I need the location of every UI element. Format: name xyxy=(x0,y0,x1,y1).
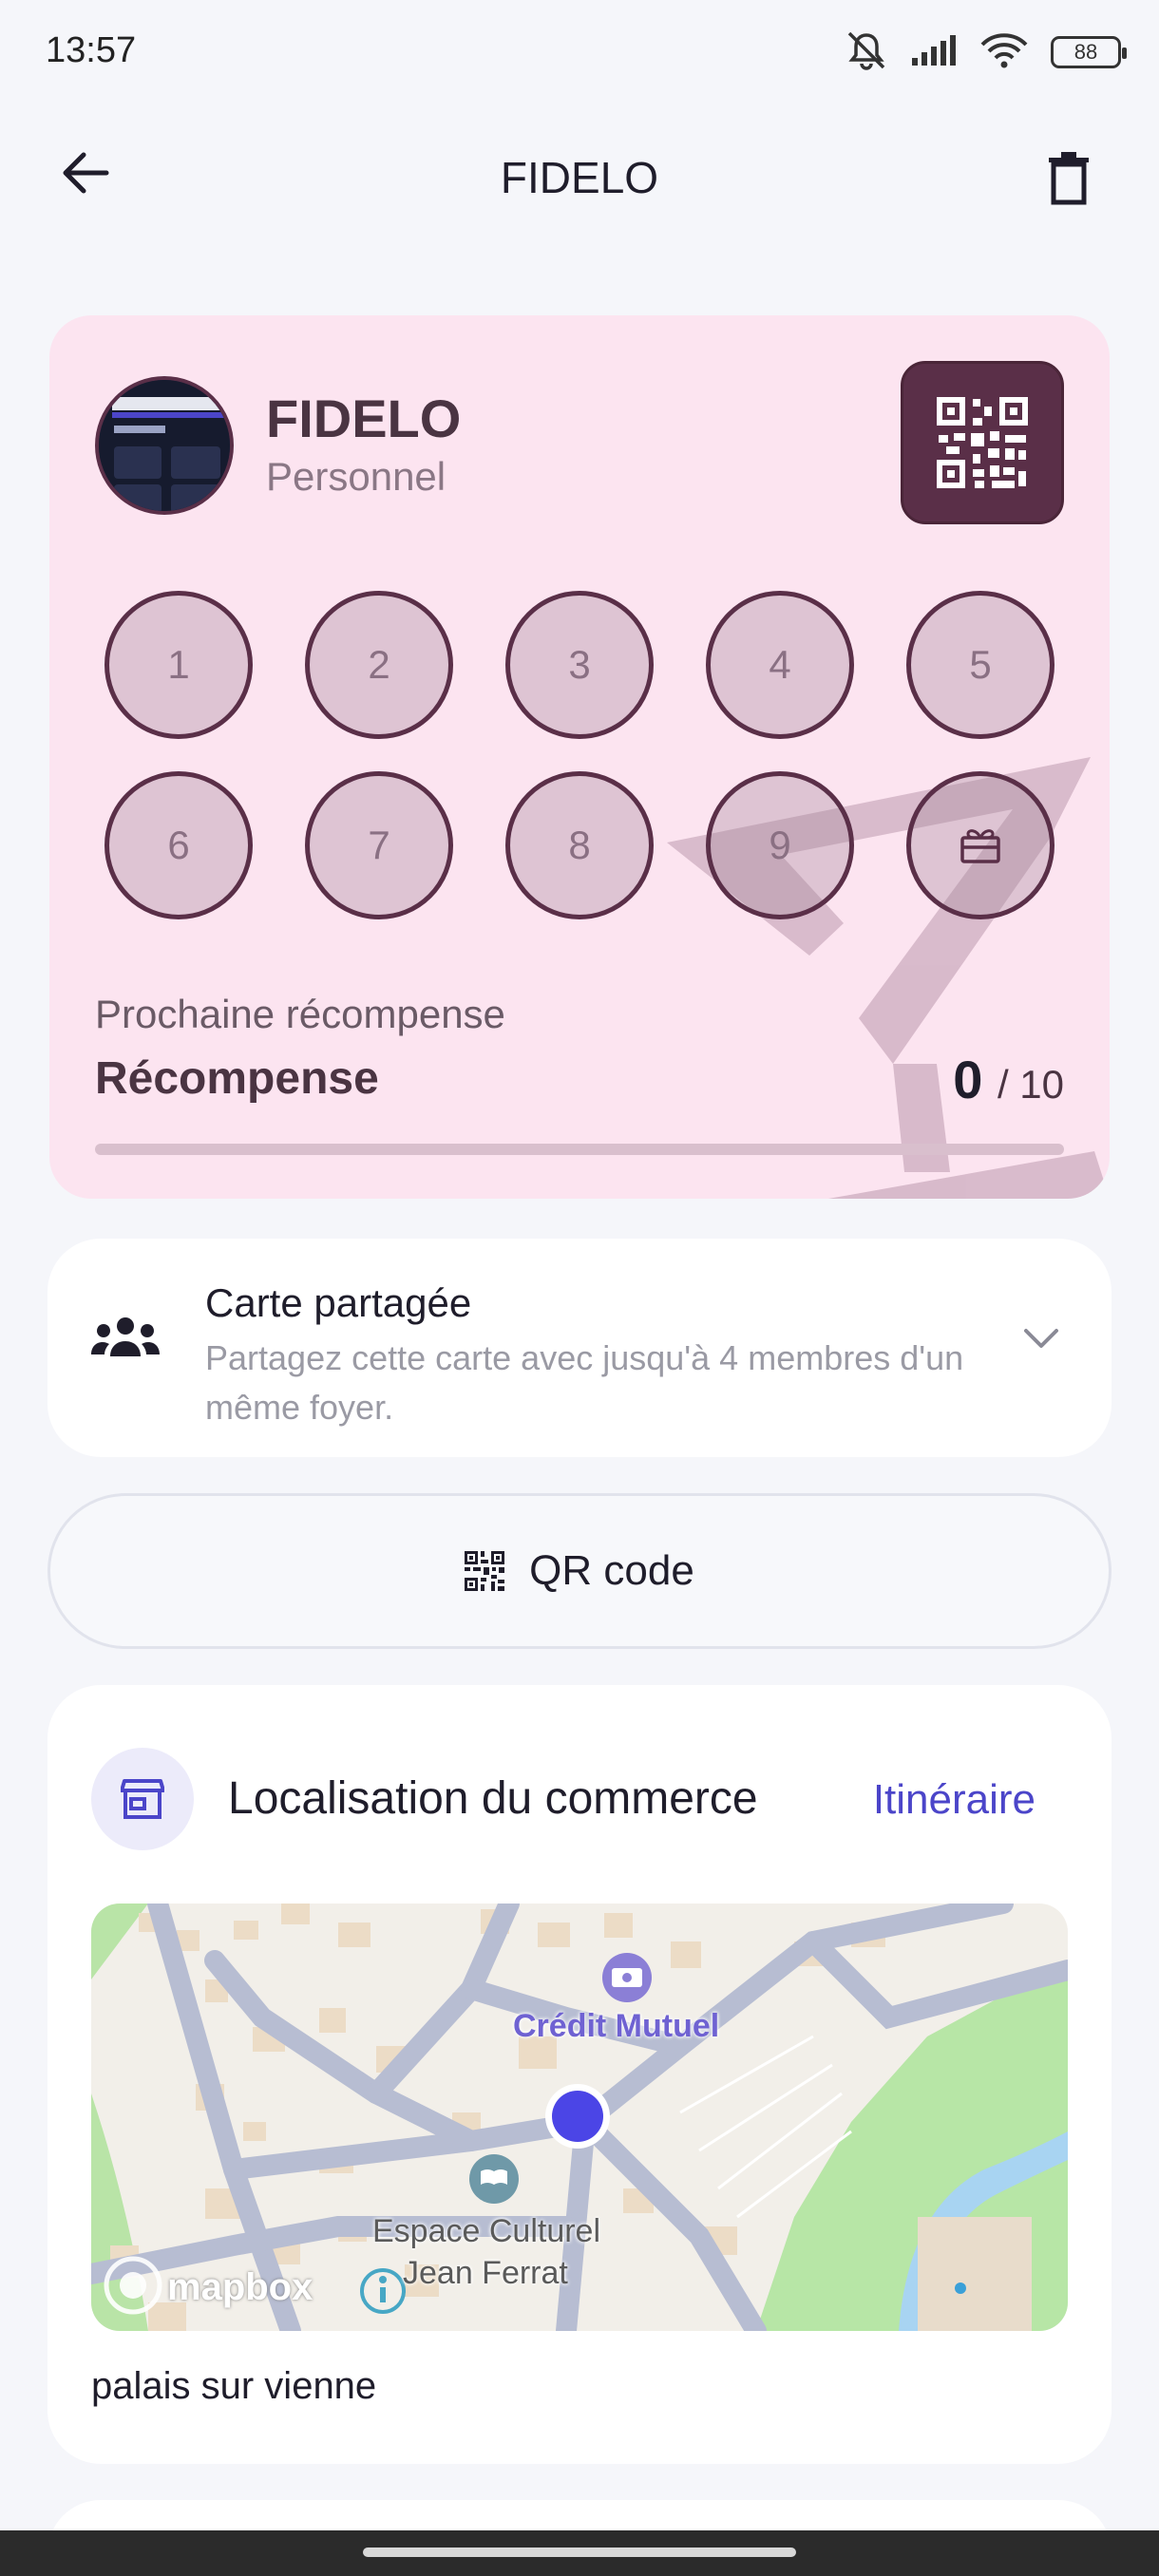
mute-icon xyxy=(844,29,889,76)
qr-code-icon xyxy=(465,1551,505,1591)
qr-code-icon xyxy=(937,397,1028,488)
directions-link[interactable]: Itinéraire xyxy=(873,1776,1036,1824)
gift-icon xyxy=(960,829,1000,863)
card-type: Personnel xyxy=(266,454,446,499)
home-gesture-handle[interactable] xyxy=(363,2548,796,2557)
shared-card-title: Carte partagée xyxy=(205,1280,472,1325)
map-label-culture-1: Espace Culturel xyxy=(372,2213,601,2249)
next-reward-label: Prochaine récompense xyxy=(95,992,505,1036)
stamp-4: 4 xyxy=(706,591,854,739)
chevron-down-icon[interactable] xyxy=(1022,1326,1060,1351)
signal-icon xyxy=(910,33,958,72)
location-title: Localisation du commerce xyxy=(228,1773,758,1824)
merchant-avatar xyxy=(95,376,234,515)
loyalty-card: FIDELO Personnel 1 2 3 4 5 6 7 8 9 Proch… xyxy=(49,315,1110,1199)
system-navigation-bar xyxy=(0,2530,1159,2576)
card-qr-button[interactable] xyxy=(901,361,1064,524)
status-icons: 88 xyxy=(844,28,1127,76)
stamp-count-total: / 10 xyxy=(997,1062,1064,1107)
merchant-name: FIDELO xyxy=(266,388,462,448)
stamp-7: 7 xyxy=(305,771,453,919)
app-bar: FIDELO xyxy=(0,123,1159,228)
stamp-6: 6 xyxy=(104,771,253,919)
location-section: Localisation du commerce Itinéraire Créd… xyxy=(48,1685,1112,2464)
stamp-5: 5 xyxy=(906,591,1054,739)
page-title: FIDELO xyxy=(500,153,659,202)
store-icon xyxy=(121,1779,164,1819)
stamp-8: 8 xyxy=(505,771,654,919)
stamp-reward xyxy=(906,771,1054,919)
qr-code-button[interactable]: QR code xyxy=(48,1493,1112,1649)
stamp-3: 3 xyxy=(505,591,654,739)
stamp-9: 9 xyxy=(706,771,854,919)
location-map[interactable]: Crédit Mutuel Espace Culturel Jean Ferra… xyxy=(91,1904,1068,2331)
qr-code-button-label: QR code xyxy=(529,1547,694,1594)
mapbox-logo[interactable]: mapbox xyxy=(167,2266,313,2309)
store-address: palais sur vienne xyxy=(91,2365,377,2407)
next-reward-name: Récompense xyxy=(95,1053,379,1104)
shared-card-description: Partagez cette carte avec jusqu'à 4 memb… xyxy=(205,1338,964,1427)
status-time: 13:57 xyxy=(46,30,137,70)
stamp-2: 2 xyxy=(305,591,453,739)
store-location-marker xyxy=(552,2091,603,2142)
app-screen: 13:57 88 FIDELO FIDELO Personnel 1 2 3 4… xyxy=(0,0,1159,2576)
group-icon xyxy=(91,1317,160,1356)
delete-button[interactable] xyxy=(1036,141,1102,217)
status-bar: 13:57 88 xyxy=(0,0,1159,104)
map-label-bank: Crédit Mutuel xyxy=(513,2008,720,2044)
stamp-1: 1 xyxy=(104,591,253,739)
store-icon-badge xyxy=(91,1748,194,1850)
stamp-count: 0 / 10 xyxy=(953,1049,1064,1110)
stamp-count-value: 0 xyxy=(953,1050,983,1109)
map-label-culture-2: Jean Ferrat xyxy=(403,2255,568,2291)
wifi-icon xyxy=(978,31,1030,74)
trash-icon xyxy=(1049,152,1089,205)
reward-progress-bar xyxy=(95,1144,1064,1155)
battery-indicator: 88 xyxy=(1051,36,1127,68)
shared-card-section[interactable]: Carte partagée Partagez cette carte avec… xyxy=(48,1239,1112,1457)
